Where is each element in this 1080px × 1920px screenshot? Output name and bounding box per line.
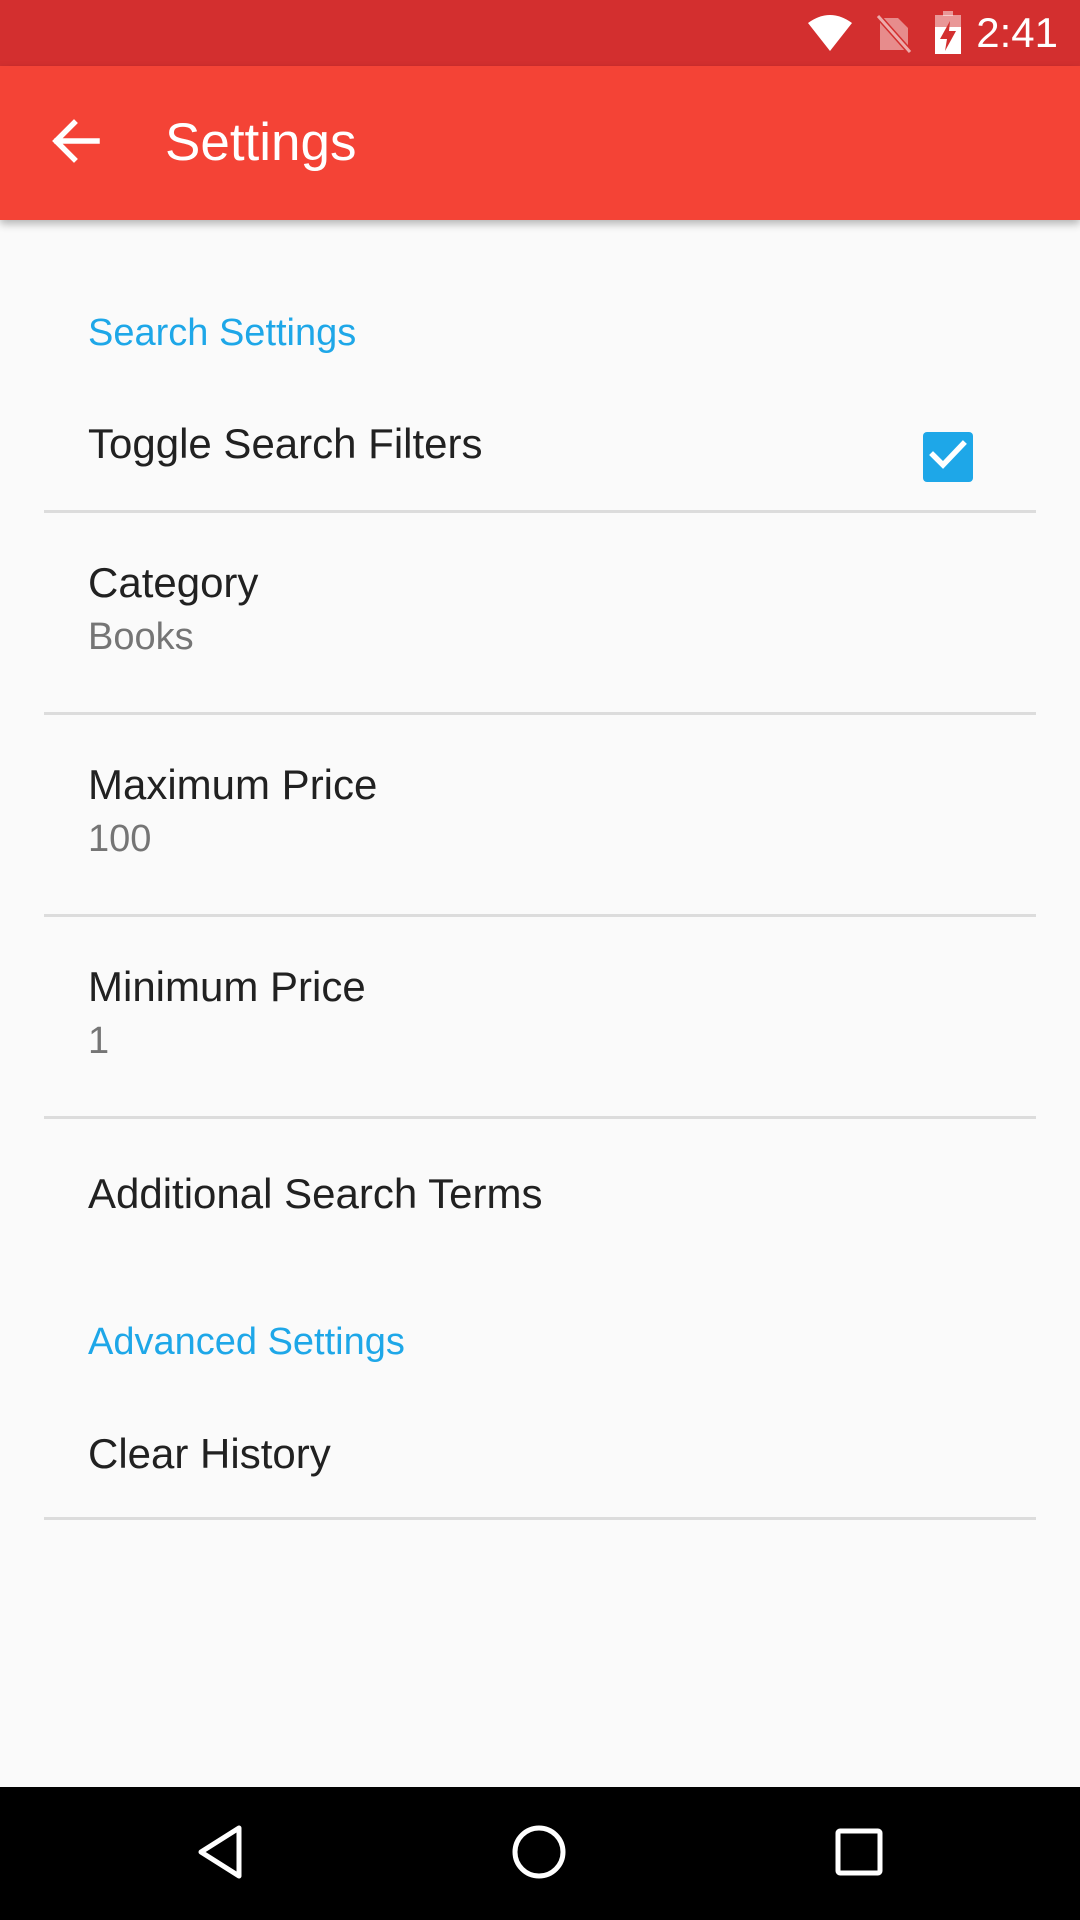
status-time: 2:41 xyxy=(976,9,1058,56)
section-header-search-settings: Search Settings xyxy=(88,312,357,354)
wifi-icon xyxy=(806,13,854,53)
pref-summary: Books xyxy=(88,616,194,658)
arrow-back-icon xyxy=(51,118,101,169)
pref-maximum-price[interactable]: Maximum Price 100 xyxy=(0,715,1080,914)
pref-title: Toggle Search Filters xyxy=(88,420,483,467)
pref-summary: 1 xyxy=(88,1020,110,1062)
pref-title: Clear History xyxy=(88,1430,331,1477)
navigation-bar xyxy=(0,1787,1080,1920)
checkmark-icon xyxy=(928,438,968,477)
pref-additional-search-terms[interactable]: Additional Search Terms xyxy=(0,1119,1080,1259)
no-sim-icon xyxy=(876,12,913,54)
pref-category[interactable]: Category Books xyxy=(0,513,1080,712)
back-triangle-icon xyxy=(195,1824,247,1885)
pref-clear-history[interactable]: Clear History xyxy=(0,1400,1080,1517)
divider xyxy=(44,1517,1036,1520)
pref-summary: 100 xyxy=(88,818,152,860)
nav-recents-button[interactable] xyxy=(809,1807,909,1901)
status-bar: 2:41 xyxy=(0,0,1080,66)
pref-title: Minimum Price xyxy=(88,963,366,1010)
pref-title: Category xyxy=(88,559,259,606)
section-header-advanced-settings: Advanced Settings xyxy=(88,1321,405,1363)
battery-charging-icon xyxy=(934,11,962,55)
home-circle-icon xyxy=(510,1823,568,1886)
pref-toggle-search-filters[interactable]: Toggle Search Filters xyxy=(0,400,1080,510)
page-title: Settings xyxy=(165,113,357,172)
recents-square-icon xyxy=(834,1827,884,1882)
nav-home-button[interactable] xyxy=(489,1807,589,1901)
pref-minimum-price[interactable]: Minimum Price 1 xyxy=(0,917,1080,1116)
toggle-search-filters-checkbox[interactable] xyxy=(923,432,973,482)
nav-back-button[interactable] xyxy=(171,1807,271,1901)
app-bar: Settings xyxy=(0,66,1080,220)
settings-list: Search Settings Toggle Search Filters Ca… xyxy=(0,220,1080,1787)
status-icons: 2:41 xyxy=(806,0,1058,66)
pref-title: Maximum Price xyxy=(88,761,378,808)
back-button[interactable] xyxy=(34,106,118,180)
pref-title: Additional Search Terms xyxy=(88,1170,543,1217)
